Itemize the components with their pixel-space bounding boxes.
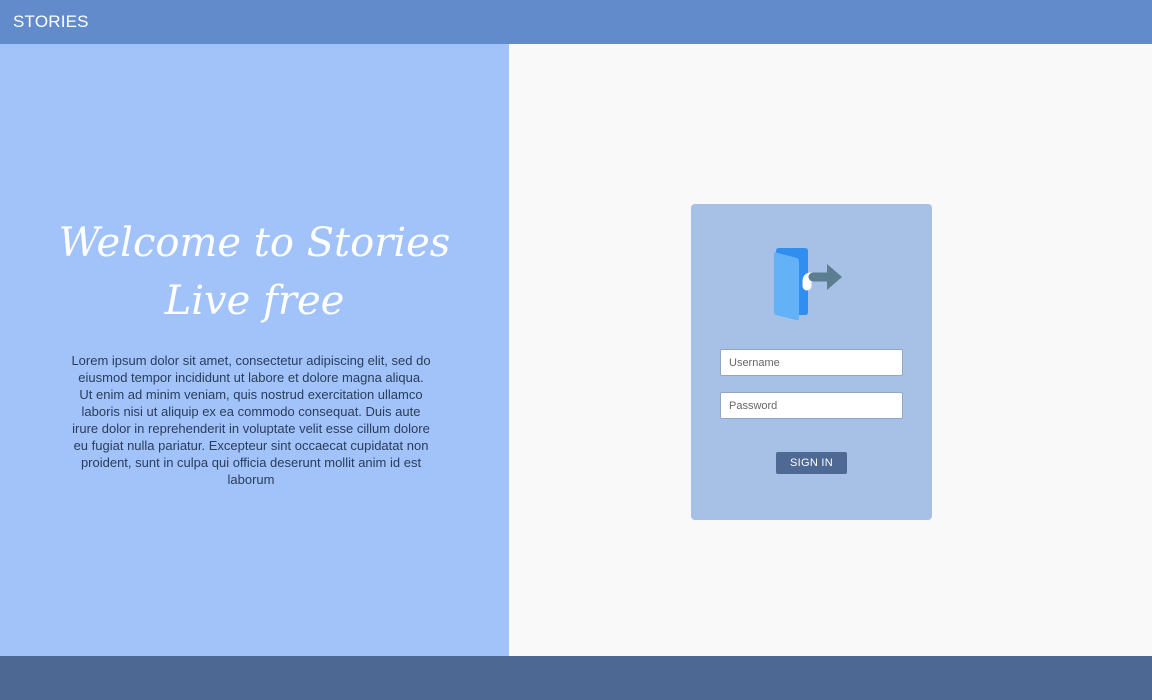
welcome-heading: Welcome to Stories Live free [0, 214, 509, 330]
password-input[interactable] [720, 392, 903, 419]
login-card: SIGN IN [691, 204, 932, 520]
welcome-title: Welcome to Stories [58, 220, 451, 266]
hero-panel: Welcome to Stories Live free Lorem ipsum… [0, 44, 509, 656]
sign-in-button[interactable]: SIGN IN [776, 452, 847, 474]
footer-bar [0, 656, 1152, 700]
welcome-tagline: Live free [164, 278, 345, 324]
door-exit-icon [773, 246, 853, 322]
brand-title[interactable]: STORIES [13, 12, 89, 32]
top-bar: STORIES [0, 0, 1152, 44]
hero-description: Lorem ipsum dolor sit amet, consectetur … [71, 353, 431, 487]
username-input[interactable] [720, 349, 903, 376]
